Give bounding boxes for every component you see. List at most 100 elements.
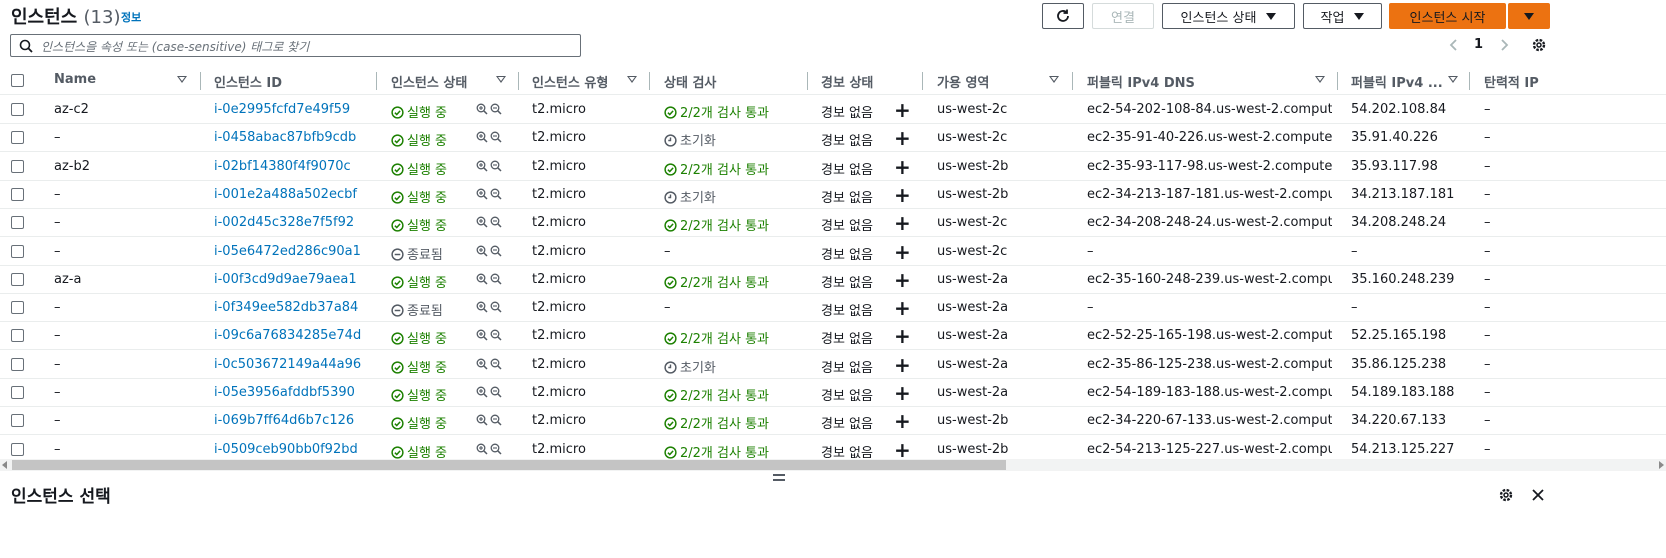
zoom-in-icon[interactable] — [476, 443, 488, 455]
connect-button[interactable]: 연결 — [1092, 3, 1154, 29]
instance-id-link[interactable]: i-0f349ee582db37a84 — [214, 300, 374, 315]
scroll-right-arrow-icon[interactable] — [1659, 461, 1664, 469]
column-header-elastic-ip[interactable]: 탄력적 IP — [1484, 72, 1539, 91]
scrollbar-thumb[interactable] — [12, 460, 1006, 470]
zoom-in-icon[interactable] — [476, 329, 488, 341]
instance-id-link[interactable]: i-0458abac87bfb9cdb — [214, 130, 374, 145]
sort-icon[interactable] — [1315, 76, 1325, 83]
add-alarm-plus-icon[interactable]: + — [894, 126, 911, 150]
add-alarm-plus-icon[interactable]: + — [894, 211, 911, 235]
table-row[interactable]: – i-069b7ff64d6b7c126 실행 중 t2.micro 2/2개 검사 … — [0, 406, 1666, 436]
instance-id-link[interactable]: i-02bf14380f4f9070c — [214, 159, 374, 174]
row-checkbox[interactable] — [11, 187, 24, 201]
instance-id-link[interactable]: i-0e2995fcfd7e49f59 — [214, 102, 374, 117]
table-row[interactable]: – i-0f349ee582db37a84 종료됨 t2.micro – 경보 없음 + us… — [0, 293, 1666, 323]
add-alarm-plus-icon[interactable]: + — [894, 183, 911, 207]
column-header-alarm-status[interactable]: 경보 상태 — [821, 72, 873, 91]
table-row[interactable]: – i-002d45c328e7f5f92 실행 중 t2.micro 2/2개 검사 … — [0, 208, 1666, 238]
instance-state-button[interactable]: 인스턴스 상태 — [1162, 3, 1295, 29]
table-row[interactable]: az-c2 i-0e2995fcfd7e49f59 실행 중 t2.micro 2/2개… — [0, 95, 1666, 124]
instance-id-link[interactable]: i-002d45c328e7f5f92 — [214, 215, 374, 230]
table-row[interactable]: az-a i-00f3cd9d9ae79aea1 실행 중 t2.micro 2/2개 … — [0, 265, 1666, 294]
row-checkbox[interactable] — [11, 131, 24, 145]
row-checkbox[interactable] — [11, 414, 24, 428]
zoom-out-icon[interactable] — [490, 443, 502, 455]
chevron-right-icon[interactable] — [1498, 38, 1510, 52]
zoom-out-icon[interactable] — [490, 188, 502, 200]
table-row[interactable]: – i-05e3956afddbf5390 실행 중 t2.micro 2/2개 검사 … — [0, 378, 1666, 407]
instance-id-link[interactable]: i-0509ceb90bb0f92bd — [214, 442, 374, 457]
add-alarm-plus-icon[interactable]: + — [894, 155, 911, 179]
sort-icon[interactable] — [1448, 76, 1458, 83]
table-row[interactable]: – i-0458abac87bfb9cdb 실행 중 t2.micro 초기화 경보 없음… — [0, 123, 1666, 153]
add-alarm-plus-icon[interactable]: + — [894, 296, 911, 320]
row-checkbox[interactable] — [11, 301, 24, 315]
zoom-out-icon[interactable] — [490, 301, 502, 313]
row-checkbox[interactable] — [11, 357, 24, 371]
add-alarm-plus-icon[interactable]: + — [894, 98, 911, 122]
sort-icon[interactable] — [496, 76, 506, 83]
instance-id-link[interactable]: i-05e6472ed286c90a1 — [214, 244, 374, 259]
zoom-in-icon[interactable] — [476, 103, 488, 115]
zoom-out-icon[interactable] — [490, 386, 502, 398]
sort-icon[interactable] — [627, 76, 637, 83]
add-alarm-plus-icon[interactable]: + — [894, 268, 911, 292]
table-row[interactable]: – i-0509ceb90bb0f92bd 실행 중 t2.micro 2/2개 검사 … — [0, 435, 1666, 460]
add-alarm-plus-icon[interactable]: + — [894, 381, 911, 405]
current-page[interactable]: 1 — [1474, 37, 1483, 52]
sort-icon[interactable] — [177, 76, 187, 83]
add-alarm-plus-icon[interactable]: + — [894, 324, 911, 348]
launch-instances-button[interactable]: 인스턴스 시작 — [1389, 3, 1506, 29]
table-row[interactable]: – i-09c6a76834285e74d 실행 중 t2.micro 2/2개 검사 … — [0, 321, 1666, 351]
zoom-out-icon[interactable] — [490, 160, 502, 172]
row-checkbox[interactable] — [11, 159, 24, 173]
split-panel-drag-handle-icon[interactable] — [773, 474, 785, 482]
search-input[interactable]: 인스턴스을 속성 또는 (case-sensitive) 태그로 찾기 — [10, 34, 581, 57]
zoom-in-icon[interactable] — [476, 131, 488, 143]
instance-id-link[interactable]: i-09c6a76834285e74d — [214, 328, 374, 343]
settings-gear-icon[interactable] — [1531, 37, 1547, 53]
zoom-out-icon[interactable] — [490, 245, 502, 257]
split-panel-settings-icon[interactable] — [1498, 487, 1514, 503]
zoom-in-icon[interactable] — [476, 273, 488, 285]
column-header-instance-state[interactable]: 인스턴스 상태 — [391, 72, 467, 91]
table-row[interactable]: – i-05e6472ed286c90a1 종료됨 t2.micro – 경보 없음 + us… — [0, 237, 1666, 266]
zoom-in-icon[interactable] — [476, 160, 488, 172]
select-all-checkbox[interactable] — [11, 74, 24, 87]
zoom-in-icon[interactable] — [476, 301, 488, 313]
instance-id-link[interactable]: i-069b7ff64d6b7c126 — [214, 413, 374, 428]
scroll-left-arrow-icon[interactable] — [2, 461, 7, 469]
table-row[interactable]: az-b2 i-02bf14380f4f9070c 실행 중 t2.micro 2/2개… — [0, 152, 1666, 181]
row-checkbox[interactable] — [11, 103, 24, 116]
close-icon[interactable] — [1531, 488, 1545, 502]
column-header-instance-id[interactable]: 인스턴스 ID — [214, 72, 282, 91]
column-header-instance-type[interactable]: 인스턴스 유형 — [532, 72, 608, 91]
chevron-left-icon[interactable] — [1448, 38, 1460, 52]
column-header-public-dns[interactable]: 퍼블릭 IPv4 DNS — [1087, 72, 1195, 91]
actions-button[interactable]: 작업 — [1303, 3, 1382, 29]
row-checkbox[interactable] — [11, 386, 24, 399]
instance-id-link[interactable]: i-00f3cd9d9ae79aea1 — [214, 272, 374, 287]
row-checkbox[interactable] — [11, 329, 24, 343]
add-alarm-plus-icon[interactable]: + — [894, 353, 911, 377]
zoom-in-icon[interactable] — [476, 358, 488, 370]
zoom-out-icon[interactable] — [490, 329, 502, 341]
row-checkbox[interactable] — [11, 216, 24, 230]
instance-id-link[interactable]: i-001e2a488a502ecbf — [214, 187, 374, 202]
column-header-public-ip[interactable]: 퍼블릭 IPv4 ... — [1351, 72, 1443, 91]
add-alarm-plus-icon[interactable]: + — [894, 240, 911, 264]
info-link[interactable]: 정보 — [121, 9, 141, 25]
instance-id-link[interactable]: i-05e3956afddbf5390 — [214, 385, 374, 400]
zoom-in-icon[interactable] — [476, 188, 488, 200]
instance-id-link[interactable]: i-0c503672149a44a96 — [214, 357, 374, 372]
zoom-out-icon[interactable] — [490, 131, 502, 143]
column-header-status-check[interactable]: 상태 검사 — [664, 72, 716, 91]
table-row[interactable]: – i-0c503672149a44a96 실행 중 t2.micro 초기화 경보 없음… — [0, 350, 1666, 379]
zoom-in-icon[interactable] — [476, 386, 488, 398]
zoom-out-icon[interactable] — [490, 273, 502, 285]
column-header-name[interactable]: Name — [54, 72, 96, 87]
add-alarm-plus-icon[interactable]: + — [894, 409, 911, 433]
zoom-out-icon[interactable] — [490, 414, 502, 426]
refresh-button[interactable] — [1042, 3, 1084, 29]
zoom-out-icon[interactable] — [490, 216, 502, 228]
